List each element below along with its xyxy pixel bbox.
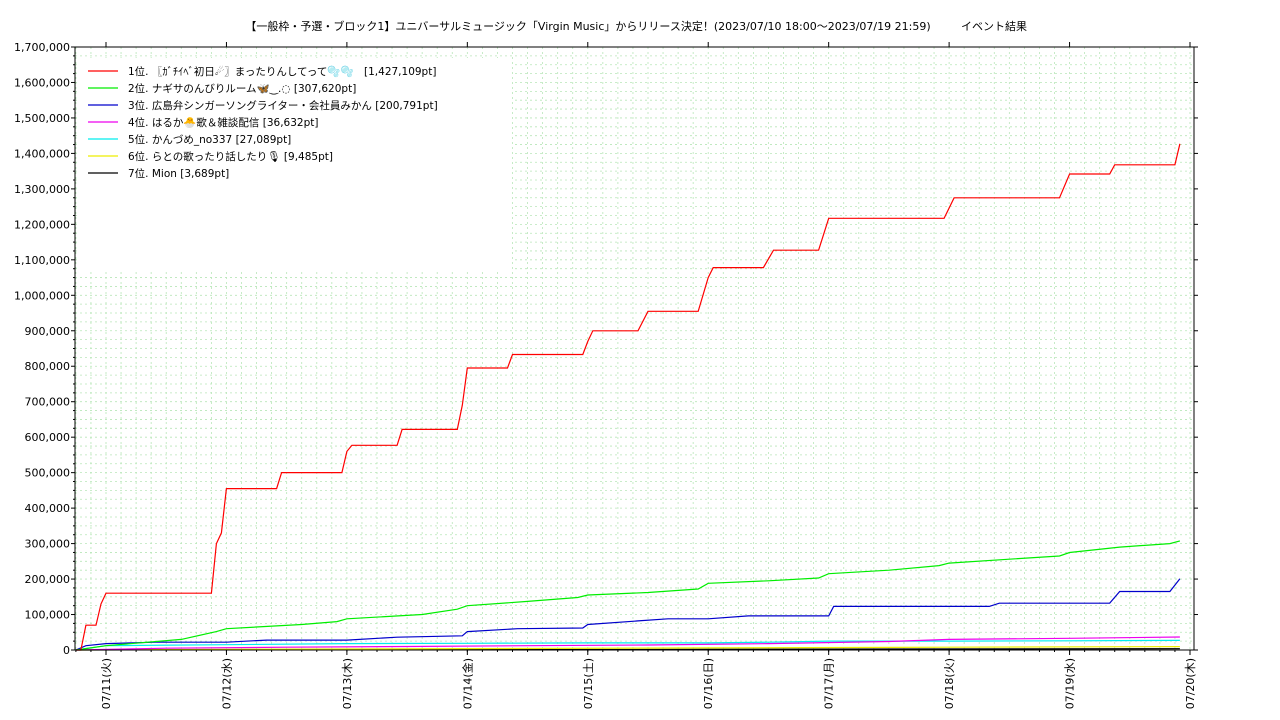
legend-label: 5位. かんづめ_no337 [27,089pt] bbox=[128, 133, 291, 146]
legend-label: 7位. Mion [3,689pt] bbox=[128, 167, 229, 180]
x-tick-label: 07/19(水) bbox=[1064, 658, 1077, 709]
y-tick-label: 500,000 bbox=[25, 467, 71, 480]
x-tick-label: 07/13(木) bbox=[341, 658, 354, 709]
chart-canvas: 1位. 〖ｶﾞﾁｲﾍﾞ初日☄〗まったりんしてって🫧🫧 [1,427,109pt]… bbox=[14, 19, 1198, 709]
y-tick-label: 1,500,000 bbox=[14, 112, 70, 125]
x-tick-label: 07/14(金) bbox=[460, 658, 474, 709]
x-tick-label: 07/17(月) bbox=[823, 658, 836, 709]
y-tick-label: 600,000 bbox=[25, 431, 71, 444]
x-tick-label: 07/16(日) bbox=[702, 658, 715, 709]
legend-label: 6位. らとの歌ったり話したり🎙 [9,485pt] bbox=[128, 150, 333, 163]
y-tick-label: 1,000,000 bbox=[14, 289, 70, 302]
legend-label: 1位. 〖ｶﾞﾁｲﾍﾞ初日☄〗まったりんしてって🫧🫧 [1,427,109pt] bbox=[128, 65, 436, 78]
y-tick-label: 400,000 bbox=[25, 502, 71, 515]
legend-label: 3位. 広島弁シンガーソングライター・会社員みかん [200,791pt] bbox=[128, 99, 438, 112]
y-tick-label: 900,000 bbox=[25, 325, 71, 338]
x-tick-label: 07/20(木) bbox=[1184, 658, 1197, 709]
y-tick-label: 0 bbox=[63, 644, 70, 657]
y-tick-label: 700,000 bbox=[25, 396, 71, 409]
y-tick-label: 1,100,000 bbox=[14, 254, 70, 267]
y-tick-label: 800,000 bbox=[25, 360, 71, 373]
legend-label: 2位. ナギサのんびりルーム🦋‿.◌ [307,620pt] bbox=[128, 82, 356, 95]
chart-title: 【一般枠・予選・ブロック1】ユニバーサルミュージック「Virgin Music」… bbox=[245, 19, 930, 33]
x-tick-label: 07/15(土) bbox=[582, 658, 595, 709]
y-tick-label: 1,600,000 bbox=[14, 76, 70, 89]
x-tick-label: 07/11(火) bbox=[100, 658, 113, 709]
y-tick-label: 300,000 bbox=[25, 538, 71, 551]
chart-subtitle: イベント結果 bbox=[961, 19, 1027, 33]
legend-label: 4位. はるか🐣歌＆雑談配信 [36,632pt] bbox=[128, 116, 318, 129]
y-tick-label: 1,300,000 bbox=[14, 183, 70, 196]
y-tick-label: 1,200,000 bbox=[14, 218, 70, 231]
y-tick-label: 200,000 bbox=[25, 573, 71, 586]
y-tick-label: 1,400,000 bbox=[14, 147, 70, 160]
y-tick-label: 100,000 bbox=[25, 609, 71, 622]
x-tick-label: 07/12(水) bbox=[220, 658, 233, 709]
chart-root: 1位. 〖ｶﾞﾁｲﾍﾞ初日☄〗まったりんしてって🫧🫧 [1,427,109pt]… bbox=[0, 0, 1280, 720]
y-tick-label: 1,700,000 bbox=[14, 41, 70, 54]
x-tick-label: 07/18(火) bbox=[943, 658, 956, 709]
